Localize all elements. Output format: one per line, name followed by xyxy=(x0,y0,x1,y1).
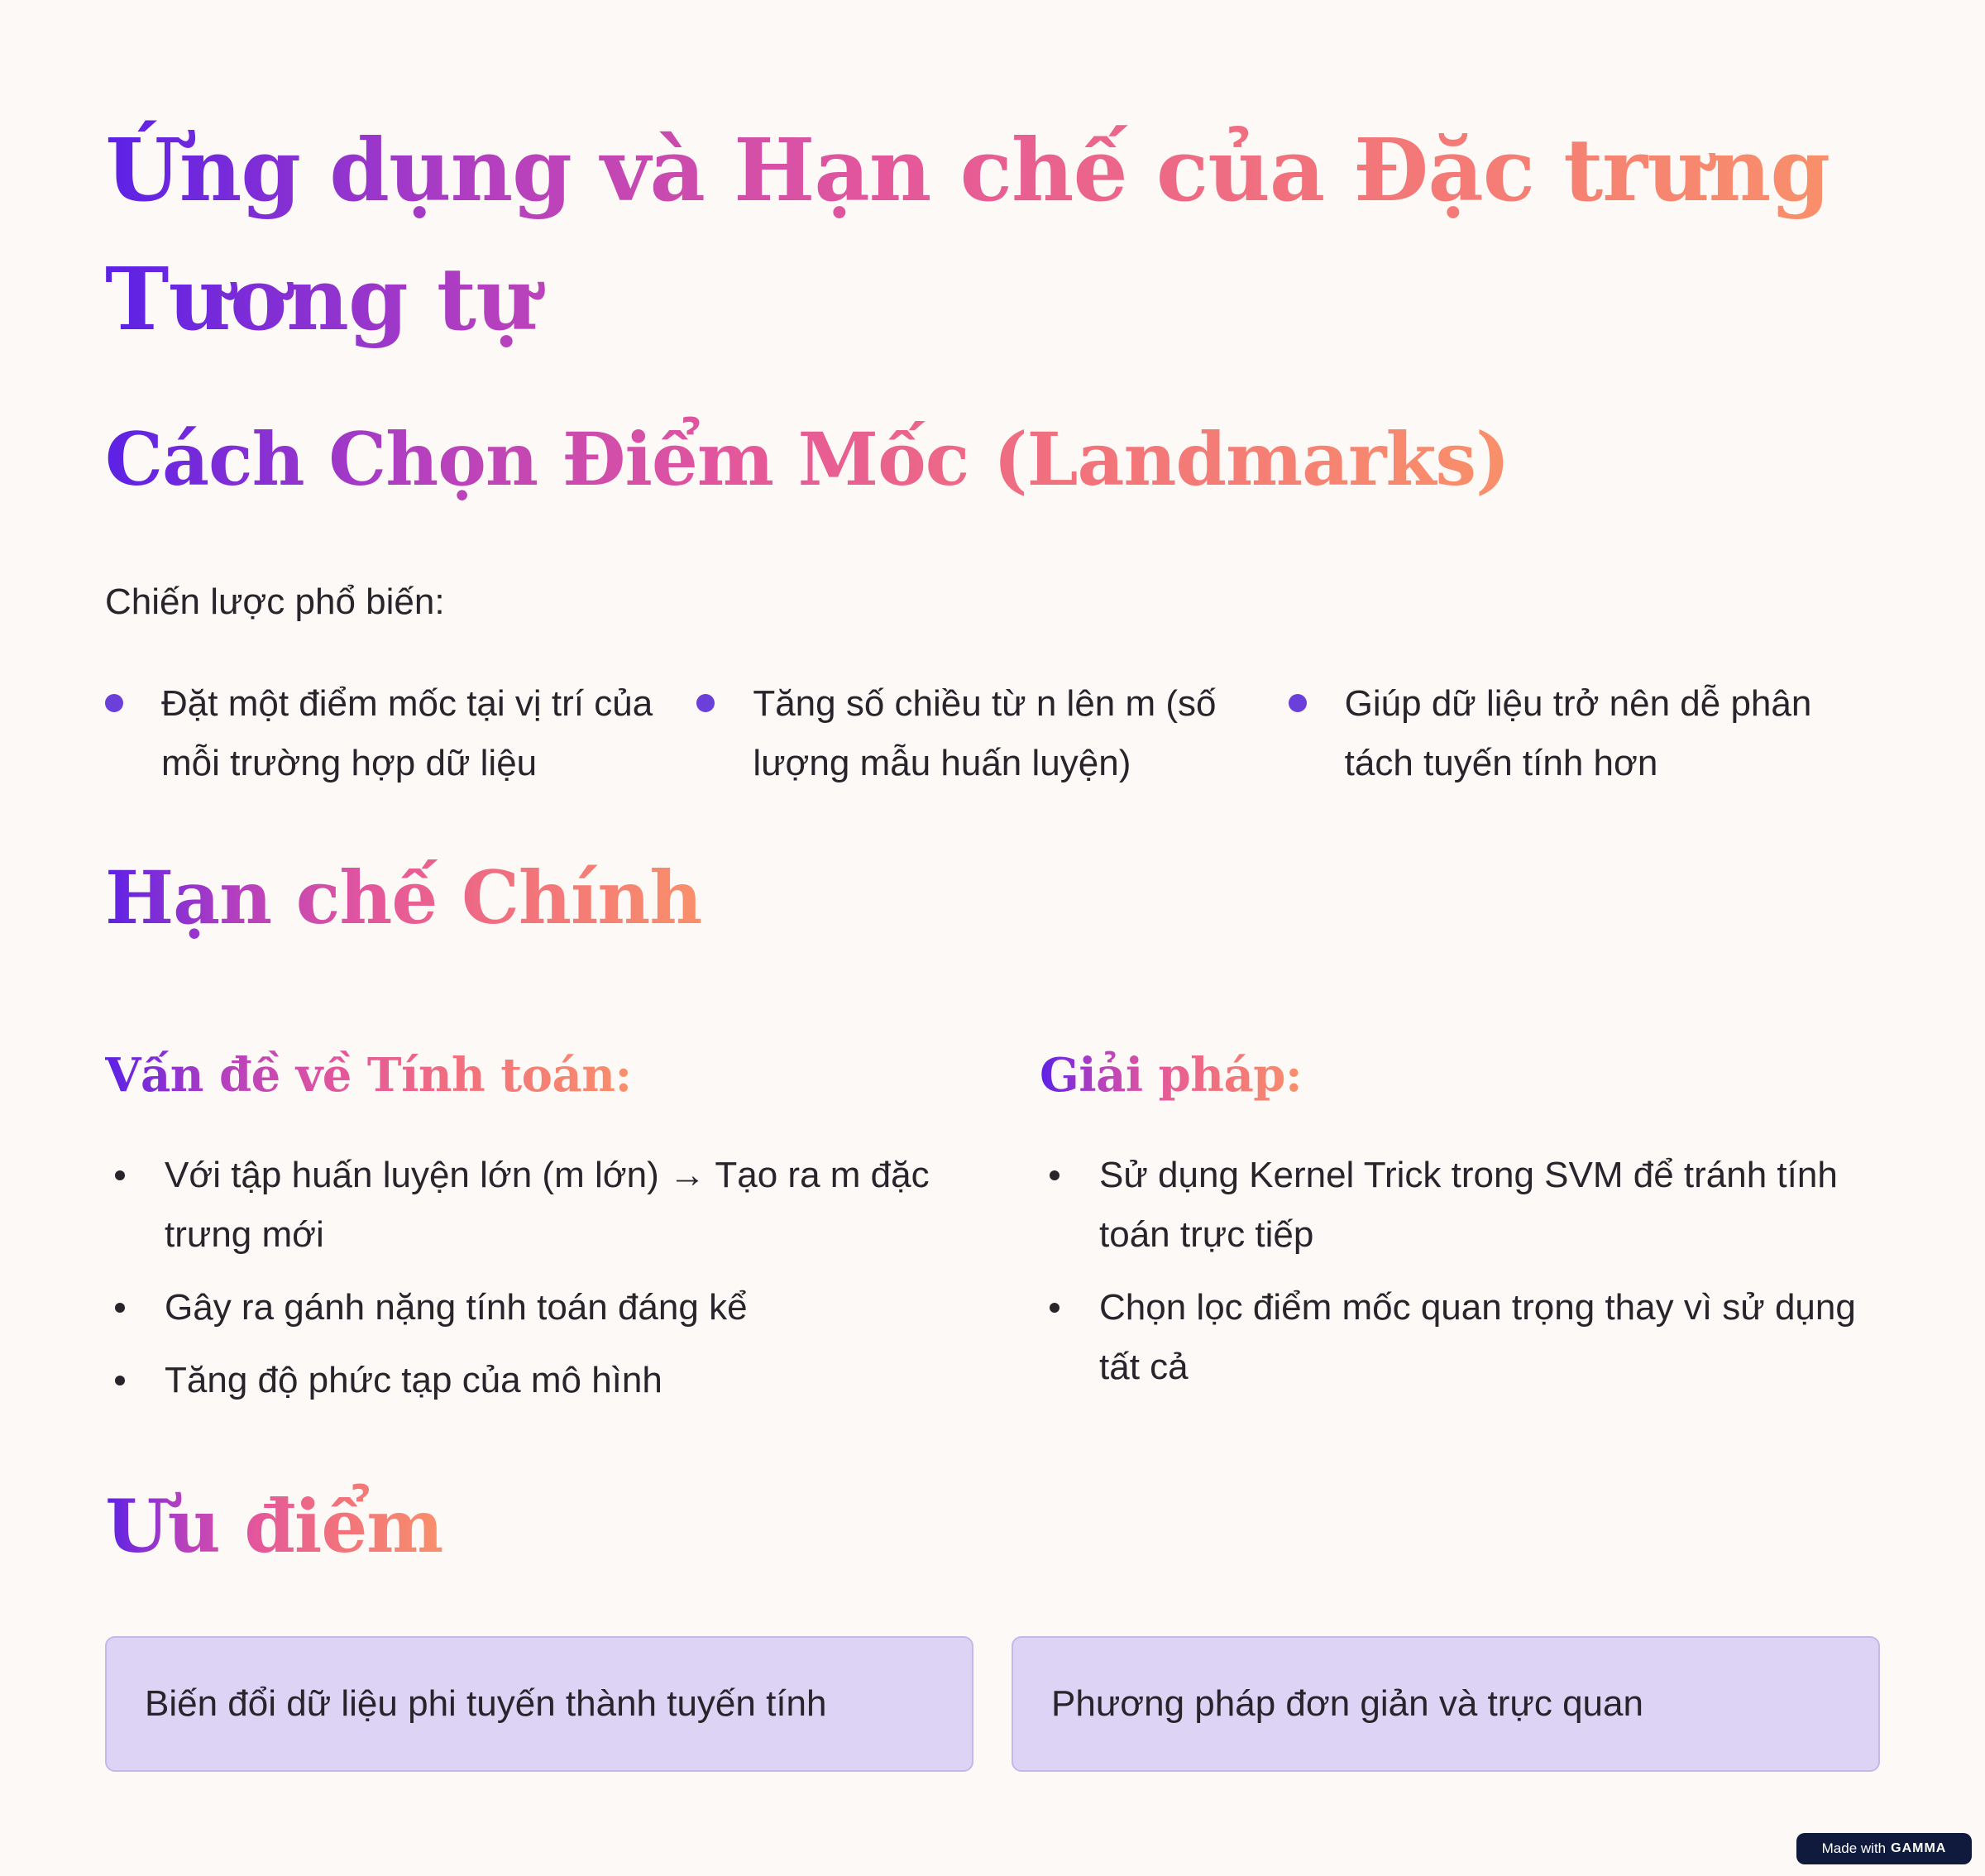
page-title-text: Ứng dụng và Hạn chế của Đặc trưng Tương … xyxy=(105,106,1842,364)
list-item: Sử dụng Kernel Trick trong SVM để tránh … xyxy=(1040,1146,1880,1265)
solution-heading: Giải pháp: xyxy=(1040,1042,1303,1108)
bullet-icon xyxy=(1050,1170,1059,1180)
compute-heading: Vấn đề về Tính toán: xyxy=(105,1042,632,1108)
list-item: Với tập huấn luyện lớn (m lớn) → Tạo ra … xyxy=(105,1146,998,1265)
advantage-card: Biến đổi dữ liệu phi tuyến thành tuyến t… xyxy=(105,1636,973,1772)
list-item-text: Với tập huấn luyện lớn (m lớn) → Tạo ra … xyxy=(165,1155,930,1255)
advantages-heading-text: Ưu điểm xyxy=(105,1481,443,1572)
gamma-logo: GAMMA xyxy=(1891,1841,1947,1855)
bullet-dot-icon xyxy=(696,694,715,712)
list-item: Tăng độ phức tạp của mô hình xyxy=(105,1351,998,1410)
advantage-card-text: Biến đổi dữ liệu phi tuyến thành tuyến t… xyxy=(145,1683,827,1724)
bullet-icon xyxy=(115,1170,125,1180)
limits-heading-text: Hạn chế Chính xyxy=(105,852,702,943)
advantage-card: Phương pháp đơn giản và trực quan xyxy=(1012,1636,1880,1772)
bullet-icon xyxy=(1050,1303,1059,1313)
list-item-text: Gây ra gánh nặng tính toán đáng kể xyxy=(165,1287,748,1328)
limits-heading: Hạn chế Chính xyxy=(105,852,702,943)
landmarks-strategies: Đặt một điểm mốc tại vị trí của mỗi trườ… xyxy=(105,674,1880,793)
badge-prefix: Made with xyxy=(1821,1840,1887,1856)
bullet-icon xyxy=(115,1376,125,1385)
solution-heading-text: Giải pháp: xyxy=(1040,1042,1303,1108)
list-item-text: Sử dụng Kernel Trick trong SVM để tránh … xyxy=(1099,1155,1838,1255)
list-item: Chọn lọc điểm mốc quan trọng thay vì sử … xyxy=(1040,1278,1880,1397)
advantages-cards: Biến đổi dữ liệu phi tuyến thành tuyến t… xyxy=(105,1636,1880,1772)
bullet-icon xyxy=(115,1303,125,1313)
bullet-dot-icon xyxy=(105,694,123,712)
strategy-text: Giúp dữ liệu trở nên dễ phân tách tuyến … xyxy=(1344,683,1812,783)
advantages-heading: Ưu điểm xyxy=(105,1481,443,1572)
page-title: Ứng dụng và Hạn chế của Đặc trưng Tương … xyxy=(105,106,1842,364)
landmarks-heading: Cách Chọn Điểm Mốc (Landmarks) xyxy=(105,414,1510,505)
made-with-gamma-badge[interactable]: Made with GAMMA xyxy=(1796,1833,1972,1864)
solution-list: Sử dụng Kernel Trick trong SVM để tránh … xyxy=(1040,1146,1880,1410)
landmarks-heading-text: Cách Chọn Điểm Mốc (Landmarks) xyxy=(105,414,1510,505)
strategy-item: Giúp dữ liệu trở nên dễ phân tách tuyến … xyxy=(1288,674,1880,793)
list-item-text: Chọn lọc điểm mốc quan trọng thay vì sử … xyxy=(1099,1287,1856,1387)
strategy-item: Đặt một điểm mốc tại vị trí của mỗi trườ… xyxy=(105,674,696,793)
compute-heading-text: Vấn đề về Tính toán: xyxy=(105,1042,632,1108)
strategy-item: Tăng số chiều từ n lên m (số lượng mẫu h… xyxy=(696,674,1288,793)
compute-list: Với tập huấn luyện lớn (m lớn) → Tạo ra … xyxy=(105,1146,998,1424)
list-item-text: Tăng độ phức tạp của mô hình xyxy=(165,1360,662,1400)
advantage-card-text: Phương pháp đơn giản và trực quan xyxy=(1051,1683,1643,1724)
landmarks-lead: Chiến lược phổ biến: xyxy=(105,581,445,622)
strategy-text: Tăng số chiều từ n lên m (số lượng mẫu h… xyxy=(753,683,1217,783)
bullet-dot-icon xyxy=(1288,694,1307,712)
strategy-text: Đặt một điểm mốc tại vị trí của mỗi trườ… xyxy=(161,683,653,783)
list-item: Gây ra gánh nặng tính toán đáng kể xyxy=(105,1278,998,1338)
